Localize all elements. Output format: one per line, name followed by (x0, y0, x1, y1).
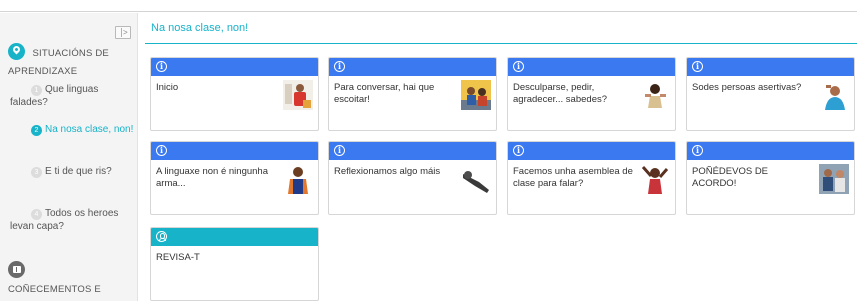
collapse-sidebar-icon[interactable]: > (115, 26, 131, 39)
top-bar (0, 0, 857, 12)
info-icon[interactable]: i (334, 61, 345, 72)
sidebar-item-label: Todos os heroes levan capa? (10, 208, 119, 232)
sidebar-item-label: E ti de que ris? (45, 166, 112, 177)
item-number: 1 (31, 85, 42, 96)
sidebar-item-que-linguas[interactable]: 1 Que linguas falades? (10, 83, 134, 109)
card-facemos-unha-asemblea[interactable]: i Facemos unha asemblea de clase para fa… (507, 141, 676, 215)
card-thumbnail (461, 80, 491, 110)
card-thumbnail (640, 164, 670, 194)
card-header: i (508, 58, 675, 76)
card-label: Facemos unha asemblea de clase para fala… (513, 166, 633, 189)
card-header (151, 228, 318, 246)
info-icon[interactable]: i (334, 145, 345, 156)
card-label: Para conversar, hai que escoitar! (334, 82, 435, 105)
sidebar-section-situacions[interactable]: SITUACIÓNS DE APRENDIZAXE (8, 43, 133, 79)
info-icon[interactable]: i (692, 145, 703, 156)
card-header: i (329, 142, 496, 160)
card-para-conversar[interactable]: i Para conversar, hai que escoitar! (328, 57, 497, 131)
sidebar-item-na-nosa-clase[interactable]: 2 Na nosa clase, non! (10, 123, 134, 136)
card-header: i (687, 142, 854, 160)
info-icon[interactable]: i (156, 145, 167, 156)
card-label: A linguaxe non é ningunha arma... (156, 166, 268, 189)
card-thumbnail (640, 80, 670, 110)
info-icon[interactable]: i (692, 61, 703, 72)
title-divider (145, 43, 857, 44)
card-thumbnail (461, 164, 491, 194)
item-number: 3 (31, 167, 42, 178)
card-a-linguaxe[interactable]: i A linguaxe non é ningunha arma... (150, 141, 319, 215)
card-label: POÑÉDEVOS DE ACORDO! (692, 166, 769, 189)
sidebar-section-conecementos[interactable]: COÑECEMENTOS E (8, 261, 133, 296)
card-label: REVISA-T (156, 252, 200, 263)
card-header: i (329, 58, 496, 76)
card-sodes-persoas[interactable]: i Sodes persoas asertivas? (686, 57, 855, 131)
sidebar-item-todos-os-heroes[interactable]: 4 Todos os heroes levan capa? (10, 207, 134, 233)
card-reflexionamos[interactable]: i Reflexionamos algo máis (328, 141, 497, 215)
card-thumbnail (819, 80, 849, 110)
sidebar: > SITUACIÓNS DE APRENDIZAXE 1 Que linguas… (0, 13, 138, 301)
book-icon (8, 261, 25, 279)
card-header: i (151, 58, 318, 76)
item-number: 4 (31, 209, 42, 220)
info-icon[interactable]: i (156, 61, 167, 72)
section-title: COÑECEMENTOS E (8, 284, 101, 295)
page-title: Na nosa clase, non! (151, 22, 249, 34)
info-icon[interactable]: i (513, 145, 524, 156)
item-number: 2 (31, 125, 42, 136)
card-header: i (151, 142, 318, 160)
user-circle-icon[interactable] (156, 231, 167, 242)
card-label: Inicio (156, 82, 179, 93)
card-revisa-t[interactable]: REVISA-T (150, 227, 319, 301)
card-label: Desculparse, pedir, agradecer... sabedes… (513, 82, 608, 105)
card-inicio[interactable]: i Inicio (150, 57, 319, 131)
sidebar-item-e-ti-de-que-ris[interactable]: 3E ti de que ris? (10, 165, 134, 178)
card-label: Reflexionamos algo máis (334, 166, 441, 177)
map-pin-icon (8, 43, 25, 61)
card-desculparse[interactable]: i Desculparse, pedir, agradecer... sabed… (507, 57, 676, 131)
sidebar-item-label: Na nosa clase, non! (45, 124, 134, 135)
card-label: Sodes persoas asertivas? (692, 82, 802, 93)
info-icon[interactable]: i (513, 61, 524, 72)
sidebar-item-label: Que linguas falades? (10, 84, 99, 108)
card-thumbnail (819, 164, 849, 194)
card-ponedevos-de-acordo[interactable]: i POÑÉDEVOS DE ACORDO! (686, 141, 855, 215)
card-thumbnail (283, 164, 313, 194)
card-thumbnail (283, 80, 313, 110)
card-header: i (508, 142, 675, 160)
card-header: i (687, 58, 854, 76)
